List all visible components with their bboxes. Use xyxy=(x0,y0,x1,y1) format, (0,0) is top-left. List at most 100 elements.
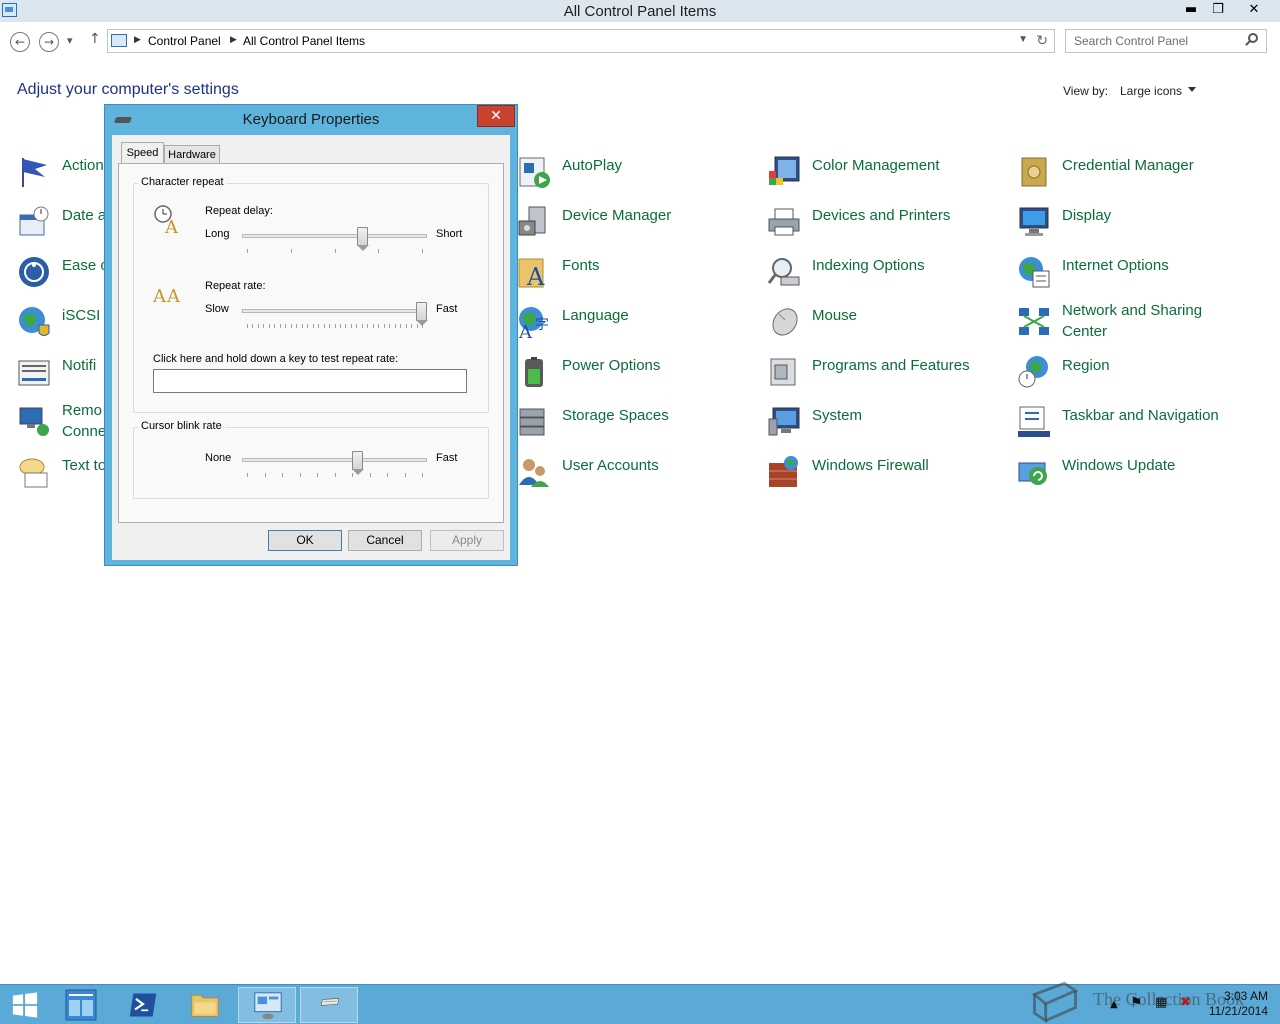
user-accounts-icon xyxy=(519,459,549,487)
repeat-rate-max-label: Fast xyxy=(436,303,458,315)
slider-tick xyxy=(334,324,336,328)
search-box[interactable] xyxy=(1065,29,1267,53)
system-computer-icon xyxy=(768,407,800,436)
slider-tick xyxy=(387,473,388,477)
taskbar-keyboard-properties[interactable] xyxy=(300,987,358,1023)
slider-tick xyxy=(356,324,358,328)
slider-tick xyxy=(334,473,336,477)
item-label: Indexing Options xyxy=(812,257,925,274)
taskbar-file-explorer[interactable] xyxy=(176,987,234,1023)
navigation-bar: ← → ▾ ↑ ▶ Control Panel ▶ All Control Pa… xyxy=(0,24,1280,58)
item-label: Power Options xyxy=(562,357,661,374)
repeat-delay-label: Repeat delay: xyxy=(205,205,273,217)
address-bar[interactable]: ▶ Control Panel ▶ All Control Panel Item… xyxy=(107,29,1055,53)
ok-button[interactable]: OK xyxy=(268,530,342,551)
volume-muted-icon[interactable]: ✖ xyxy=(1180,995,1191,1010)
character-repeat-label: Character repeat xyxy=(138,176,227,188)
cursor-blink-track xyxy=(242,458,427,462)
refresh-icon[interactable]: ↻ xyxy=(1036,32,1048,49)
slider-tick xyxy=(323,324,325,328)
taskbar-powershell[interactable] xyxy=(114,987,172,1023)
region-clock-globe-icon xyxy=(1018,356,1048,388)
server-manager-icon xyxy=(65,989,97,1021)
address-dropdown-icon[interactable]: ▼ xyxy=(1018,34,1028,45)
repeat-rate-slider[interactable] xyxy=(416,302,428,326)
slider-tick xyxy=(422,473,423,477)
repeat-delay-min-label: Long xyxy=(205,228,230,240)
window-title: All Control Panel Items xyxy=(563,3,717,20)
item-label: Region xyxy=(1062,357,1110,374)
breadcrumb-separator-icon[interactable]: ▶ xyxy=(230,34,237,45)
test-repeat-input[interactable] xyxy=(153,369,467,393)
recent-locations-button[interactable]: ▾ xyxy=(67,34,73,47)
taskbar-control-panel[interactable] xyxy=(238,987,296,1023)
breadcrumb-separator-icon[interactable]: ▶ xyxy=(134,34,141,45)
slider-tick xyxy=(257,324,259,328)
slider-tick xyxy=(299,473,301,477)
minimize-button[interactable]: ▬ xyxy=(1177,0,1205,20)
slider-tick xyxy=(405,324,407,328)
powershell-icon xyxy=(129,993,157,1017)
repeat-rate-label: Repeat rate: xyxy=(205,280,266,292)
cursor-blink-min-label: None xyxy=(205,452,232,464)
tray-date: 11/21/2014 xyxy=(1208,1004,1268,1018)
network-tray-icon[interactable]: ▦ xyxy=(1155,995,1167,1010)
repeat-rate-min-label: Slow xyxy=(205,303,229,315)
cursor-blink-ticks xyxy=(247,473,423,477)
up-button[interactable]: ↑ xyxy=(89,31,101,47)
slider-tick xyxy=(345,324,347,328)
slider-tick xyxy=(279,324,281,328)
svg-text:A: A xyxy=(153,286,167,306)
cancel-button[interactable]: Cancel xyxy=(348,530,422,551)
tray-clock[interactable]: 3:03 AM 11/21/2014 xyxy=(1208,989,1268,1019)
ease-of-access-icon xyxy=(19,257,49,287)
item-label: Internet Options xyxy=(1062,257,1169,274)
tab-speed[interactable]: Speed xyxy=(121,142,164,164)
slider-tick xyxy=(312,324,314,328)
page-heading: Adjust your computer's settings xyxy=(17,81,239,98)
restore-button[interactable]: ❐ xyxy=(1204,0,1232,20)
item-label: Programs and Features xyxy=(812,357,970,374)
start-button[interactable] xyxy=(0,987,50,1023)
dialog-title: Keyboard Properties xyxy=(242,111,380,128)
slider-tick xyxy=(247,249,248,253)
view-by-dropdown-icon[interactable] xyxy=(1188,87,1196,92)
mouse-icon xyxy=(772,308,798,336)
taskbar-server-manager[interactable] xyxy=(52,987,110,1023)
slider-tick xyxy=(416,324,418,328)
tab-hardware[interactable]: Hardware xyxy=(164,145,220,164)
action-center-tray-icon[interactable]: ⚑ xyxy=(1130,995,1143,1011)
view-by-select[interactable]: Large icons xyxy=(1120,84,1182,98)
dialog-close-button[interactable]: ✕ xyxy=(477,105,515,127)
windows-update-icon xyxy=(1018,462,1047,485)
apply-button[interactable]: Apply xyxy=(430,530,504,551)
slider-tick xyxy=(334,249,336,253)
monitor-icon xyxy=(1019,207,1049,236)
slider-tick xyxy=(301,324,303,328)
forward-button[interactable]: → xyxy=(39,32,59,52)
internet-globe-icon xyxy=(1019,257,1050,288)
firewall-icon xyxy=(769,456,798,487)
test-repeat-label: Click here and hold down a key to test r… xyxy=(153,353,399,365)
slider-tick xyxy=(307,324,309,328)
back-button[interactable]: ← xyxy=(10,32,30,52)
search-input[interactable] xyxy=(1074,34,1244,48)
breadcrumb-control-panel[interactable]: Control Panel xyxy=(148,34,221,48)
slider-tick xyxy=(318,324,320,328)
close-button[interactable]: ✕ xyxy=(1240,0,1268,20)
windows-logo-icon xyxy=(12,992,38,1018)
tray-time: 3:03 AM xyxy=(1223,989,1268,1003)
slider-tick xyxy=(282,473,283,477)
tray-overflow-icon[interactable]: ▲ xyxy=(1110,999,1118,1010)
item-label: Taskbar and Navigation xyxy=(1062,407,1219,424)
repeat-delay-slider[interactable] xyxy=(356,227,369,251)
color-management-icon xyxy=(769,156,800,185)
repeat-delay-max-label: Short xyxy=(436,228,463,240)
svg-text:A: A xyxy=(164,217,179,234)
cursor-blink-slider[interactable] xyxy=(351,451,364,475)
repeat-delay-track xyxy=(242,234,427,238)
view-by-label: View by: xyxy=(1063,84,1109,98)
slider-tick xyxy=(274,324,276,328)
search-icon[interactable] xyxy=(1248,33,1258,43)
breadcrumb-all-items[interactable]: All Control Panel Items xyxy=(243,34,365,48)
